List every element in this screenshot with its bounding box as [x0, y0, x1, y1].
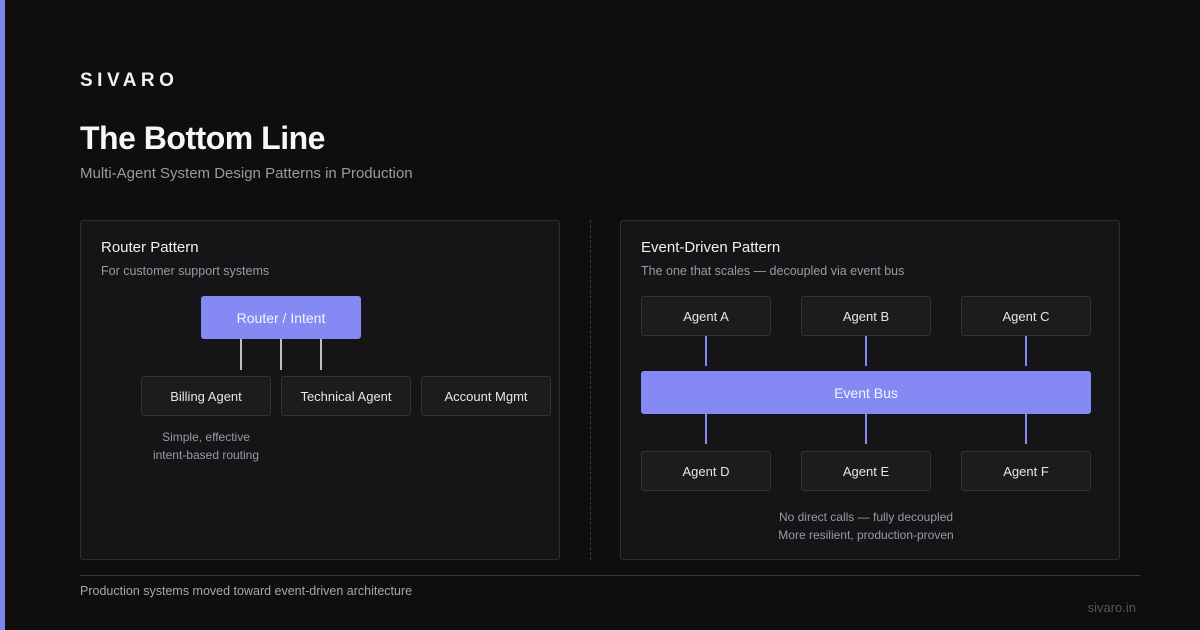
- footer-site-link[interactable]: sivaro.in: [1088, 600, 1136, 615]
- router-panel-title: Router Pattern: [101, 239, 199, 256]
- page-title: The Bottom Line: [80, 120, 325, 156]
- agent-c-node: Agent C: [961, 296, 1091, 336]
- technical-agent-node: Technical Agent: [281, 376, 411, 416]
- bus-connector: [705, 336, 707, 366]
- bus-connector: [705, 414, 707, 444]
- router-note-line: Simple, effective: [162, 430, 250, 444]
- event-bus-node: Event Bus: [641, 371, 1091, 414]
- bus-connector: [1025, 336, 1027, 366]
- account-mgmt-node: Account Mgmt: [421, 376, 551, 416]
- router-connector: [240, 339, 242, 370]
- brand-logo: SIVARO: [80, 70, 179, 91]
- router-note-line: intent-based routing: [152, 448, 260, 462]
- event-panel-subtitle: The one that scales — decoupled via even…: [641, 264, 905, 278]
- event-panel-title: Event-Driven Pattern: [641, 239, 781, 256]
- agent-b-node: Agent B: [801, 296, 931, 336]
- router-pattern-panel: Router Pattern For customer support syst…: [80, 220, 560, 560]
- router-note: Simple, effective intent-based routing: [121, 428, 291, 464]
- bus-connector: [865, 414, 867, 444]
- billing-agent-node: Billing Agent: [141, 376, 271, 416]
- event-note-line: No direct calls — fully decoupled: [778, 510, 954, 524]
- agent-f-node: Agent F: [961, 451, 1091, 491]
- event-driven-pattern-panel: Event-Driven Pattern The one that scales…: [620, 220, 1120, 560]
- event-note: No direct calls — fully decoupled More r…: [731, 508, 1001, 544]
- router-connector: [280, 339, 282, 370]
- agent-e-node: Agent E: [801, 451, 931, 491]
- router-intent-node: Router / Intent: [201, 296, 361, 339]
- page-subtitle: Multi-Agent System Design Patterns in Pr…: [80, 165, 413, 182]
- bus-connector: [865, 336, 867, 366]
- agent-a-node: Agent A: [641, 296, 771, 336]
- footer-divider: [80, 575, 1140, 576]
- router-panel-subtitle: For customer support systems: [101, 264, 270, 278]
- agent-d-node: Agent D: [641, 451, 771, 491]
- event-note-line: More resilient, production-proven: [778, 528, 954, 542]
- accent-bar: [0, 0, 5, 630]
- router-connector: [320, 339, 322, 370]
- bus-connector: [1025, 414, 1027, 444]
- footer-text: Production systems moved toward event-dr…: [80, 584, 413, 598]
- panel-divider: [590, 220, 591, 560]
